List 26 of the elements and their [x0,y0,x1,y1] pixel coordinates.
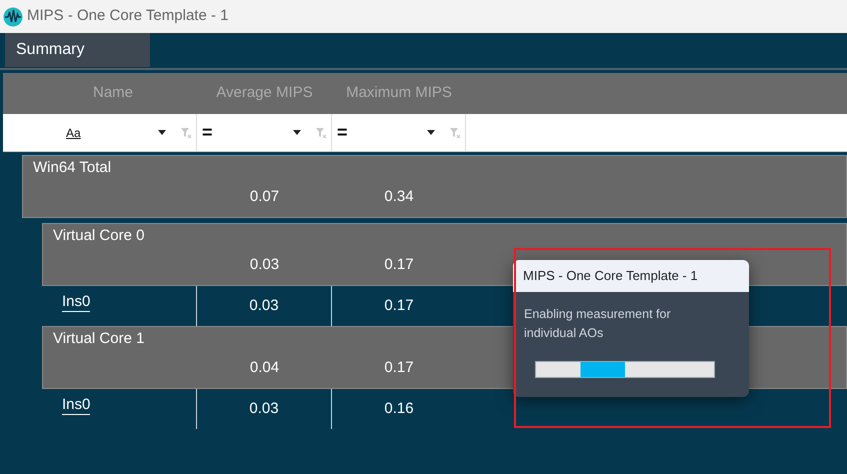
table-cell-text: 0.16 [384,398,414,419]
tab[interactable]: Summary [5,33,150,67]
table-cell-text: 0.17 [384,255,414,275]
table-cell-text: 0.17 [384,296,414,316]
dropdown-caret-icon[interactable] [158,130,166,135]
table-cell-text: 0.04 [250,358,280,378]
filter-operator[interactable]: Aa [66,124,81,142]
instance-link[interactable]: Ins0 [62,396,90,414]
group-name: Virtual Core 0 [52,226,144,246]
table-cell-text: 0.03 [249,296,279,316]
group-name: Virtual Core 1 [52,329,144,349]
filter-operator[interactable]: = [337,119,348,146]
table-cell-text: 0.34 [384,187,414,207]
group-name: Win64 Total [32,158,112,178]
table-cell-text: 0.03 [250,255,280,275]
table-cell-text: 0.07 [250,187,280,207]
dropdown-caret-icon[interactable] [293,130,301,135]
group-row[interactable]: Win64 Total 0.07 0.34 [22,155,847,218]
table-cell-text: 0.17 [384,358,414,378]
app-logo-icon [3,6,23,26]
instance-link[interactable]: Ins0 [62,292,90,312]
filter-operator[interactable]: = [202,119,213,146]
table-cell-text: 0.03 [249,398,279,419]
dropdown-caret-icon[interactable] [427,130,435,135]
window-title: MIPS - One Core Template - 1 [27,6,228,26]
dialog-title: MIPS - One Core Template - 1 [523,267,698,286]
